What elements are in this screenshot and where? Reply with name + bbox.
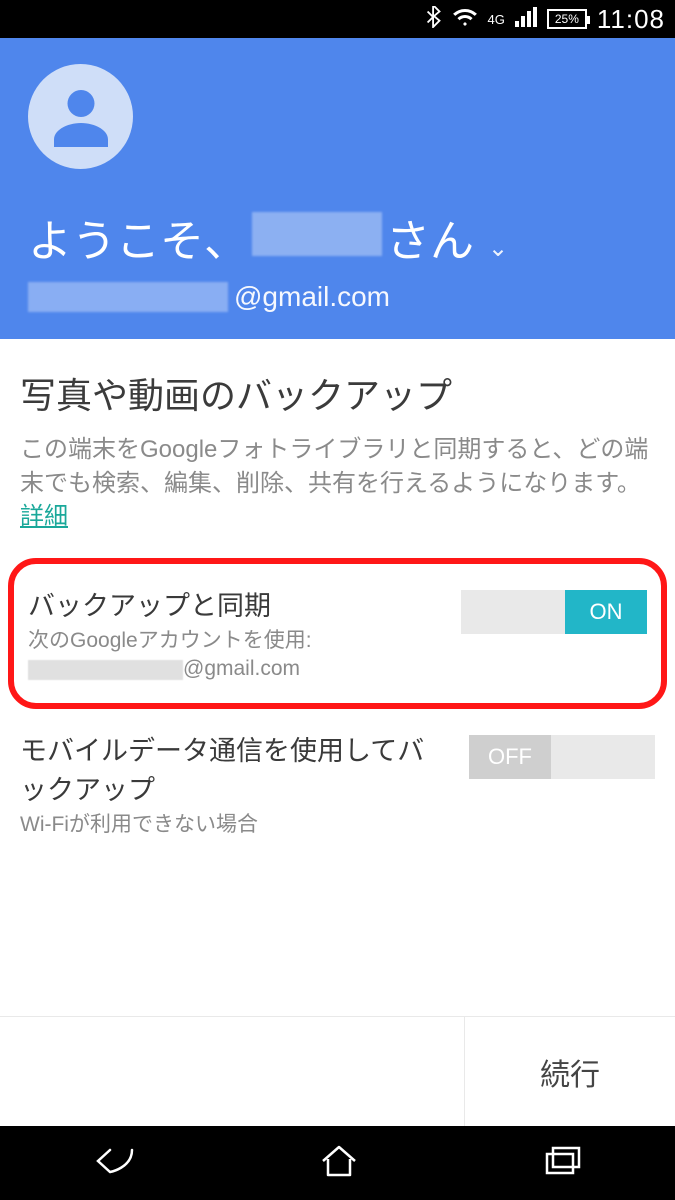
welcome-suffix: さん — [386, 205, 474, 269]
network-label: 4G — [488, 13, 505, 26]
redacted-email-local — [28, 282, 228, 312]
backup-sync-email-domain: @gmail.com — [183, 657, 300, 680]
home-icon[interactable] — [319, 1143, 359, 1184]
footer: 続行 — [0, 1016, 675, 1126]
back-icon[interactable] — [92, 1144, 136, 1183]
recent-apps-icon[interactable] — [543, 1145, 583, 1182]
backup-sync-toggle[interactable]: ON — [461, 590, 647, 634]
highlight-annotation: バックアップと同期 次のGoogleアカウントを使用: @gmail.com O… — [8, 558, 667, 710]
chevron-down-icon[interactable]: ⌄ — [488, 234, 508, 263]
details-link[interactable]: 詳細 — [20, 503, 68, 530]
content: 写真や動画のバックアップ この端末をGoogleフォトライブラリと同期すると、ど… — [0, 339, 675, 1126]
setting-backup-sync[interactable]: バックアップと同期 次のGoogleアカウントを使用: @gmail.com O… — [14, 564, 661, 704]
signal-icon — [515, 7, 537, 32]
mobile-data-toggle[interactable]: OFF — [469, 735, 655, 779]
mobile-data-subtitle: Wi-Fiが利用できない場合 — [20, 811, 449, 839]
avatar — [28, 64, 133, 169]
toggle-off-label: OFF — [469, 735, 551, 779]
account-header[interactable]: ようこそ、 さん ⌄ @gmail.com — [0, 38, 675, 339]
battery-percent: 25% — [555, 12, 579, 26]
battery-icon: 25% — [547, 9, 587, 29]
backup-sync-subtitle-prefix: 次のGoogleアカウントを使用: — [28, 629, 312, 652]
footer-spacer — [0, 1017, 465, 1126]
redacted-account-email-local — [28, 660, 183, 680]
redacted-username — [252, 212, 382, 256]
system-navbar — [0, 1126, 675, 1200]
status-bar: 4G 25% 11:08 — [0, 0, 675, 38]
section-description: この端末をGoogleフォトライブラリと同期すると、どの端末でも検索、編集、削除… — [0, 433, 675, 554]
continue-button[interactable]: 続行 — [465, 1017, 675, 1126]
email-domain: @gmail.com — [234, 281, 390, 313]
mobile-data-title: モバイルデータ通信を使用してバックアップ — [20, 729, 449, 807]
account-email: @gmail.com — [28, 281, 647, 313]
section-title: 写真や動画のバックアップ — [0, 339, 675, 433]
wifi-icon — [452, 6, 478, 33]
backup-sync-subtitle: 次のGoogleアカウントを使用: @gmail.com — [28, 627, 441, 684]
welcome-text: ようこそ、 さん ⌄ — [28, 205, 647, 269]
toggle-on-label: ON — [565, 590, 647, 634]
setting-mobile-data[interactable]: モバイルデータ通信を使用してバックアップ Wi-Fiが利用できない場合 OFF — [0, 715, 675, 855]
clock: 11:08 — [597, 4, 665, 35]
welcome-prefix: ようこそ、 — [28, 205, 248, 269]
bluetooth-icon — [426, 6, 442, 33]
screen: 4G 25% 11:08 ようこそ、 さん ⌄ @gmail.com 写真や動画… — [0, 0, 675, 1200]
section-description-text: この端末をGoogleフォトライブラリと同期すると、どの端末でも検索、編集、削除… — [20, 436, 648, 497]
backup-sync-title: バックアップと同期 — [28, 584, 441, 623]
